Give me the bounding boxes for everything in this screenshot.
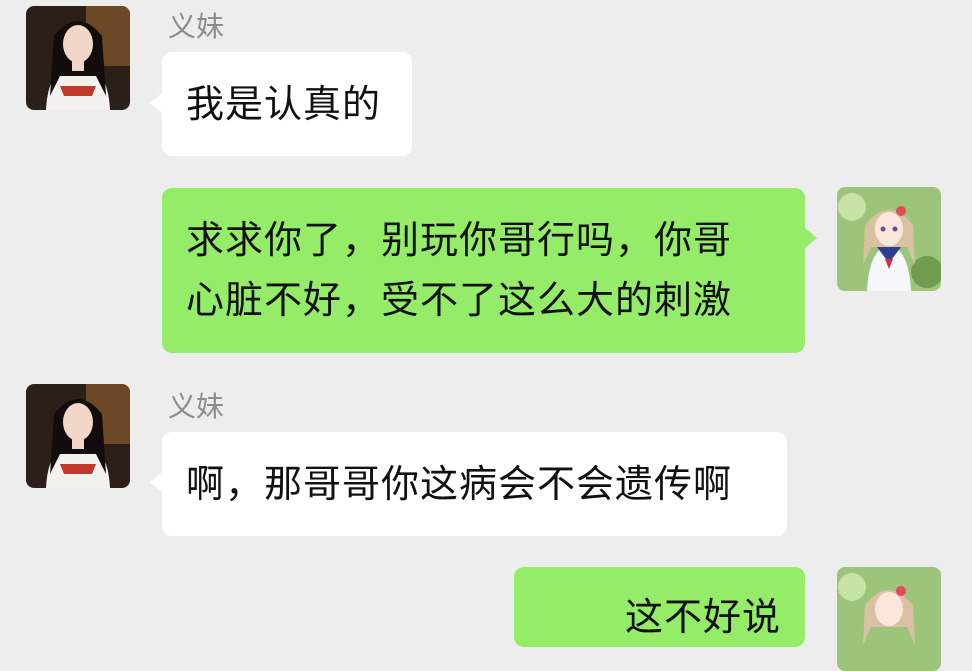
girl-avatar-icon [26, 384, 130, 488]
bubble-tail [150, 472, 162, 492]
message-text-line: 求求你了，别玩你哥行吗，你哥 [186, 218, 733, 262]
message-text: 我是认真的 [186, 82, 382, 126]
message-bubble[interactable]: 求求你了，别玩你哥行吗，你哥 心脏不好，受不了这么大的刺激 [162, 188, 805, 353]
sender-name: 义妹 [168, 10, 225, 43]
message-text: 这不好说 [624, 595, 781, 639]
sender-avatar[interactable] [26, 384, 130, 488]
message-bubble[interactable]: 啊，那哥哥你这病会不会遗传啊 [162, 432, 787, 536]
bubble-tail [150, 93, 162, 113]
sender-avatar[interactable] [26, 6, 130, 110]
bubble-tail [805, 228, 817, 248]
message-bubble[interactable]: 我是认真的 [162, 52, 412, 156]
anime-girl-avatar-icon [837, 567, 941, 671]
self-avatar[interactable] [837, 567, 941, 671]
sender-name: 义妹 [168, 390, 225, 423]
message-bubble[interactable]: 这不好说 [514, 567, 805, 647]
girl-avatar-icon [26, 6, 130, 110]
anime-girl-avatar-icon [837, 187, 941, 291]
self-avatar[interactable] [837, 187, 941, 291]
message-text: 啊，那哥哥你这病会不会遗传啊 [186, 462, 733, 506]
message-text-line: 心脏不好，受不了这么大的刺激 [186, 278, 733, 322]
